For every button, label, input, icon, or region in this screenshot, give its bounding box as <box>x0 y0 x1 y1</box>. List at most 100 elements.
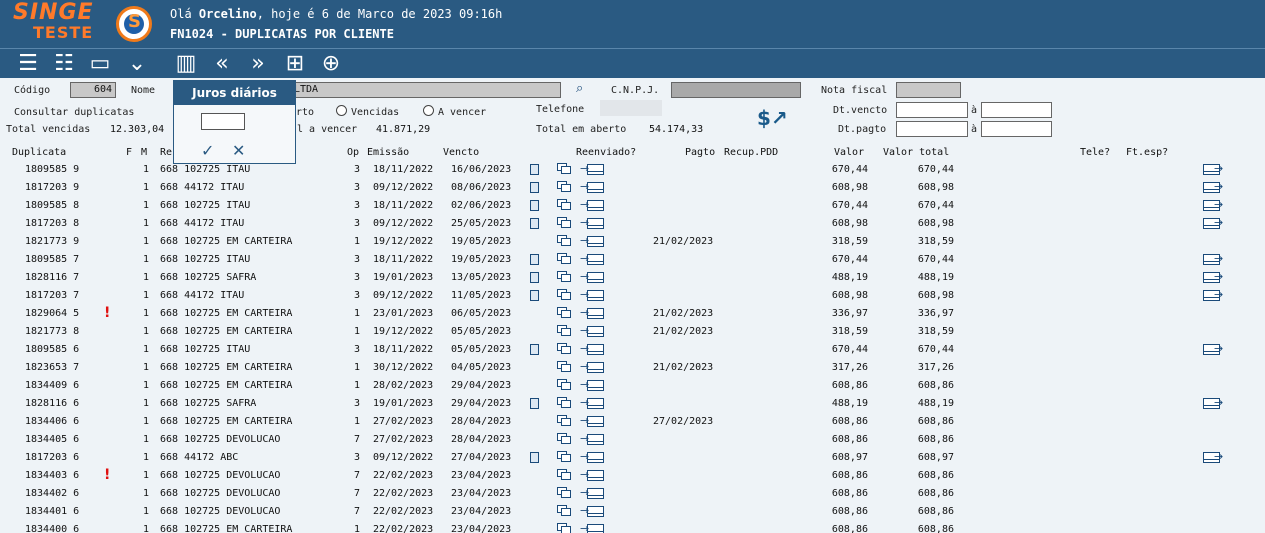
email-icon[interactable] <box>587 470 604 481</box>
copy-icon[interactable] <box>557 469 571 481</box>
copy-icon[interactable] <box>557 253 571 265</box>
document-icon[interactable] <box>530 164 539 175</box>
email-icon[interactable] <box>587 344 604 355</box>
copy-icon[interactable] <box>557 235 571 247</box>
table-row[interactable]: 1834405 6 1 668 102725 DEVOLUCAO 7 27/02/202… <box>0 431 1265 449</box>
telefone-field[interactable] <box>600 100 662 116</box>
email-icon[interactable] <box>587 398 604 409</box>
table-row[interactable]: 1809585 8 1 668 102725 ITAU 3 18/11/2022 02/0… <box>0 197 1265 215</box>
table-row[interactable]: 1823653 7 1 668 102725 EM CARTEIRA 1 30/12/2… <box>0 359 1265 377</box>
col-valor[interactable]: Valor <box>834 147 864 158</box>
copy-icon[interactable] <box>557 325 571 337</box>
document-icon[interactable] <box>530 254 539 265</box>
table-row[interactable]: 1834402 6 1 668 102725 DEVOLUCAO 7 22/02/202… <box>0 485 1265 503</box>
col-ft-esp[interactable]: Ft.esp? <box>1126 147 1168 158</box>
copy-icon[interactable] <box>557 343 571 355</box>
copy-icon[interactable] <box>557 523 571 533</box>
document-icon[interactable] <box>530 290 539 301</box>
copy-icon[interactable] <box>557 379 571 391</box>
col-m[interactable]: M <box>141 147 147 158</box>
table-row[interactable]: 1817203 6 1 668 44172 ABC 3 09/12/2022 27/04/… <box>0 449 1265 467</box>
document-icon[interactable] <box>530 272 539 283</box>
table-row[interactable]: 1821773 9 1 668 102725 EM CARTEIRA 1 19/12/2… <box>0 233 1265 251</box>
copy-icon[interactable] <box>557 397 571 409</box>
copy-icon[interactable] <box>557 451 571 463</box>
book-icon[interactable]: ▥ <box>172 52 200 76</box>
email-icon[interactable] <box>587 326 604 337</box>
calculator-icon[interactable]: ⊞ <box>281 52 309 76</box>
checklist-icon[interactable]: ☷ <box>50 52 78 76</box>
document-icon[interactable] <box>530 218 539 229</box>
zoom-icon[interactable]: ⊕ <box>317 52 345 76</box>
table-row[interactable]: 1834403 6! 1 668 102725 DEVOLUCAO 7 22/02/20… <box>0 467 1265 485</box>
table-row[interactable]: 1817203 9 1 668 44172 ITAU 3 09/12/2022 08/06… <box>0 179 1265 197</box>
col-f[interactable]: F <box>126 147 132 158</box>
dt-pagto-start[interactable] <box>896 121 968 137</box>
radio-vencidas[interactable] <box>336 105 347 116</box>
email-icon[interactable] <box>587 236 604 247</box>
copy-icon[interactable] <box>557 487 571 499</box>
email-icon[interactable] <box>587 308 604 319</box>
double-chevron-right-icon[interactable]: » <box>244 52 272 76</box>
copy-icon[interactable] <box>557 415 571 427</box>
copy-icon[interactable] <box>557 433 571 445</box>
codigo-field[interactable]: 604 <box>70 82 116 98</box>
document-icon[interactable] <box>530 344 539 355</box>
cnpj-field[interactable] <box>671 82 801 98</box>
email-icon[interactable] <box>587 416 604 427</box>
email-icon[interactable] <box>587 488 604 499</box>
col-emissao[interactable]: Emissão <box>367 147 409 158</box>
double-chevron-down-icon[interactable]: ⌄ <box>123 52 151 76</box>
table-row[interactable]: 1834406 6 1 668 102725 EM CARTEIRA 1 27/02/2… <box>0 413 1265 431</box>
col-pagto[interactable]: Pagto <box>685 147 715 158</box>
copy-icon[interactable] <box>557 271 571 283</box>
email-icon[interactable] <box>587 200 604 211</box>
search-icon[interactable]: ⌕ <box>576 82 583 95</box>
document-icon[interactable] <box>530 398 539 409</box>
close-icon[interactable]: ✕ <box>232 141 245 160</box>
col-op[interactable]: Op <box>347 147 359 158</box>
list-icon[interactable]: ☰ <box>14 52 42 76</box>
table-row[interactable]: 1821773 8 1 668 102725 EM CARTEIRA 1 19/12/2… <box>0 323 1265 341</box>
email-icon[interactable] <box>587 452 604 463</box>
email-icon[interactable] <box>587 362 604 373</box>
table-row[interactable]: 1834401 6 1 668 102725 DEVOLUCAO 7 22/02/202… <box>0 503 1265 521</box>
copy-icon[interactable] <box>557 181 571 193</box>
table-row[interactable]: 1809585 7 1 668 102725 ITAU 3 18/11/2022 19/0… <box>0 251 1265 269</box>
email-icon[interactable] <box>587 272 604 283</box>
copy-icon[interactable] <box>557 163 571 175</box>
email-icon[interactable] <box>587 290 604 301</box>
table-row[interactable]: 1817203 8 1 668 44172 ITAU 3 09/12/2022 25/05… <box>0 215 1265 233</box>
col-vencto[interactable]: Vencto <box>443 147 479 158</box>
document-icon[interactable] <box>530 452 539 463</box>
email-icon[interactable] <box>587 164 604 175</box>
table-row[interactable]: 1834409 6 1 668 102725 EM CARTEIRA 1 28/02/2… <box>0 377 1265 395</box>
col-re[interactable]: Re <box>160 147 172 158</box>
email-icon[interactable] <box>587 254 604 265</box>
col-duplicata[interactable]: Duplicata <box>12 147 66 158</box>
table-row[interactable]: 1834400 6 1 668 102725 EM CARTEIRA 1 22/02/2… <box>0 521 1265 533</box>
table-row[interactable]: 1828116 7 1 668 102725 SAFRA 3 19/01/2023 13/… <box>0 269 1265 287</box>
col-recup-pdd[interactable]: Recup.PDD <box>724 147 778 158</box>
dt-vencto-start[interactable] <box>896 102 968 118</box>
table-row[interactable]: 1829064 5! 1 668 102725 EM CARTEIRA 1 23/01/… <box>0 305 1265 323</box>
table-row[interactable]: 1809585 6 1 668 102725 ITAU 3 18/11/2022 05/0… <box>0 341 1265 359</box>
email-icon[interactable] <box>587 218 604 229</box>
copy-icon[interactable] <box>557 361 571 373</box>
copy-icon[interactable] <box>557 217 571 229</box>
copy-icon[interactable] <box>557 289 571 301</box>
email-icon[interactable] <box>587 434 604 445</box>
col-reenviado[interactable]: Reenviado? <box>576 147 636 158</box>
copy-icon[interactable] <box>557 199 571 211</box>
table-row[interactable]: 1817203 7 1 668 44172 ITAU 3 09/12/2022 11/05… <box>0 287 1265 305</box>
radio-a-vencer[interactable] <box>423 105 434 116</box>
email-icon[interactable] <box>587 182 604 193</box>
check-icon[interactable]: ✓ <box>201 141 214 160</box>
col-tele[interactable]: Tele? <box>1080 147 1110 158</box>
nota-fiscal-field[interactable] <box>896 82 961 98</box>
dt-vencto-end[interactable] <box>981 102 1052 118</box>
document-icon[interactable] <box>530 200 539 211</box>
table-row[interactable]: 1828116 6 1 668 102725 SAFRA 3 19/01/2023 29/… <box>0 395 1265 413</box>
nome-field[interactable]: LTDA <box>290 82 561 98</box>
card-icon[interactable]: ▭ <box>86 52 114 76</box>
